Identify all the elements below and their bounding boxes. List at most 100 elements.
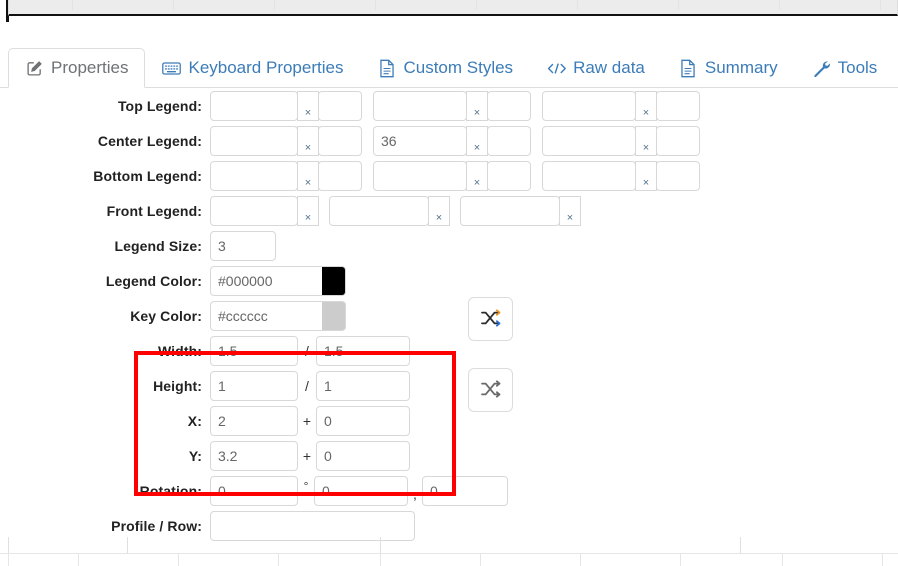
y-input-b[interactable]	[316, 440, 410, 471]
rotation-input-c[interactable]	[422, 475, 508, 506]
tab-keyboard-properties[interactable]: Keyboard Properties	[145, 48, 360, 88]
form-row-legend-color: Legend Color:	[0, 263, 898, 298]
multiply-separator: ×	[466, 125, 488, 156]
width-input-a[interactable]	[210, 335, 298, 366]
bottom-legend-text-3[interactable]	[542, 160, 636, 191]
y-operator: +	[302, 447, 312, 464]
wrench-icon	[812, 59, 831, 78]
center-legend-text-3[interactable]	[542, 125, 636, 156]
x-input-b[interactable]	[316, 405, 410, 436]
tab-custom-styles[interactable]: Custom Styles	[360, 48, 530, 88]
rotation-input-b[interactable]	[314, 475, 408, 506]
form-row-front-legend: Front Legend: × × ×	[0, 193, 898, 228]
form-row-center-legend: Center Legend: × × ×	[0, 123, 898, 158]
top-legend-num-2[interactable]	[487, 90, 531, 121]
tab-label: Custom Styles	[403, 58, 514, 77]
multiply-separator: ×	[635, 125, 657, 156]
width-operator: /	[305, 342, 309, 359]
bottom-legend-text-1[interactable]	[210, 160, 298, 191]
legend-size-label: Legend Size:	[114, 237, 202, 254]
edit-square-icon	[25, 59, 44, 78]
profile-row-input[interactable]	[210, 510, 415, 541]
multiply-separator: ×	[297, 125, 319, 156]
multiply-separator: ×	[297, 90, 319, 121]
bottom-gridline	[8, 554, 9, 566]
bottom-gridline	[78, 554, 79, 566]
top-gridline	[880, 0, 881, 10]
top-legend-text-1[interactable]	[210, 90, 298, 121]
legend-color-label: Legend Color:	[105, 272, 202, 289]
legend-color-swatch[interactable]	[322, 265, 346, 296]
width-label: Width:	[157, 342, 202, 359]
multiply-separator: ×	[428, 195, 450, 226]
table-cell-divider	[8, 537, 9, 554]
front-legend-label: Front Legend:	[106, 202, 202, 219]
table-cell-divider	[740, 537, 741, 554]
center-legend-text-1[interactable]	[210, 125, 298, 156]
form-row-x: X: +	[0, 403, 898, 438]
table-cell-divider	[380, 537, 381, 554]
bottom-legend-text-2[interactable]	[373, 160, 467, 191]
height-input-a[interactable]	[210, 370, 298, 401]
y-input-a[interactable]	[210, 440, 298, 471]
form-row-y: Y: +	[0, 438, 898, 473]
bottom-gridline	[680, 554, 681, 566]
bottom-gridline	[782, 554, 783, 566]
form-row-bottom-legend: Bottom Legend: × × ×	[0, 158, 898, 193]
shuffle-colors-button[interactable]	[468, 297, 513, 341]
top-legend-text-2[interactable]	[373, 90, 467, 121]
bottom-legend-num-3[interactable]	[656, 160, 700, 191]
center-legend-num-1[interactable]	[318, 125, 362, 156]
center-legend-num-2[interactable]	[487, 125, 531, 156]
top-legend-num-1[interactable]	[318, 90, 362, 121]
key-color-input[interactable]	[210, 300, 322, 331]
top-table-strip	[0, 0, 898, 24]
document-icon	[679, 59, 698, 78]
bottom-legend-num-1[interactable]	[318, 160, 362, 191]
table-cell-divider	[127, 537, 128, 554]
legend-color-input[interactable]	[210, 265, 322, 296]
tab-properties[interactable]: Properties	[8, 48, 146, 88]
multiply-separator: ×	[635, 90, 657, 121]
tab-summary[interactable]: Summary	[662, 48, 795, 88]
profile-row-label: Profile / Row:	[111, 517, 202, 534]
shuffle-dimensions-button[interactable]	[468, 368, 513, 412]
tab-tools[interactable]: Tools	[795, 48, 895, 88]
tab-label: Summary	[704, 58, 778, 77]
center-legend-num-3[interactable]	[656, 125, 700, 156]
code-icon	[547, 59, 566, 78]
bottom-legend-num-2[interactable]	[487, 160, 531, 191]
top-strip-bar	[8, 0, 898, 16]
top-gridline	[476, 0, 477, 10]
top-gridline	[678, 0, 679, 10]
tab-raw-data[interactable]: Raw data	[530, 48, 662, 88]
legend-color-control	[210, 265, 346, 296]
keyboard-icon	[162, 59, 182, 78]
multiply-separator: ×	[466, 90, 488, 121]
key-color-swatch[interactable]	[322, 300, 346, 331]
form-row-rotation: Rotation: ° ,	[0, 473, 898, 508]
center-legend-label: Center Legend:	[97, 132, 202, 149]
multiply-separator: ×	[635, 160, 657, 191]
form-row-legend-size: Legend Size:	[0, 228, 898, 263]
height-input-b[interactable]	[316, 370, 410, 401]
top-legend-num-3[interactable]	[656, 90, 700, 121]
top-legend-text-3[interactable]	[542, 90, 636, 121]
tab-bar: Properties Keyboard Properties Custom St…	[0, 38, 898, 88]
front-legend-text-2[interactable]	[329, 195, 429, 226]
rotation-input-a[interactable]	[210, 475, 298, 506]
document-icon	[377, 59, 396, 78]
multiply-separator: ×	[297, 195, 319, 226]
shuffle-icon	[480, 308, 502, 330]
front-legend-text-3[interactable]	[460, 195, 560, 226]
shuffle-icon	[480, 379, 502, 401]
legend-size-input[interactable]	[210, 230, 276, 261]
front-legend-text-1[interactable]	[210, 195, 298, 226]
y-label: Y:	[188, 447, 202, 464]
width-input-b[interactable]	[316, 335, 410, 366]
center-legend-text-2[interactable]	[373, 125, 467, 156]
key-color-label: Key Color:	[130, 307, 202, 324]
x-input-a[interactable]	[210, 405, 298, 436]
multiply-separator: ×	[559, 195, 581, 226]
properties-form: Top Legend: × × × Center Legend: × ×	[0, 88, 898, 543]
